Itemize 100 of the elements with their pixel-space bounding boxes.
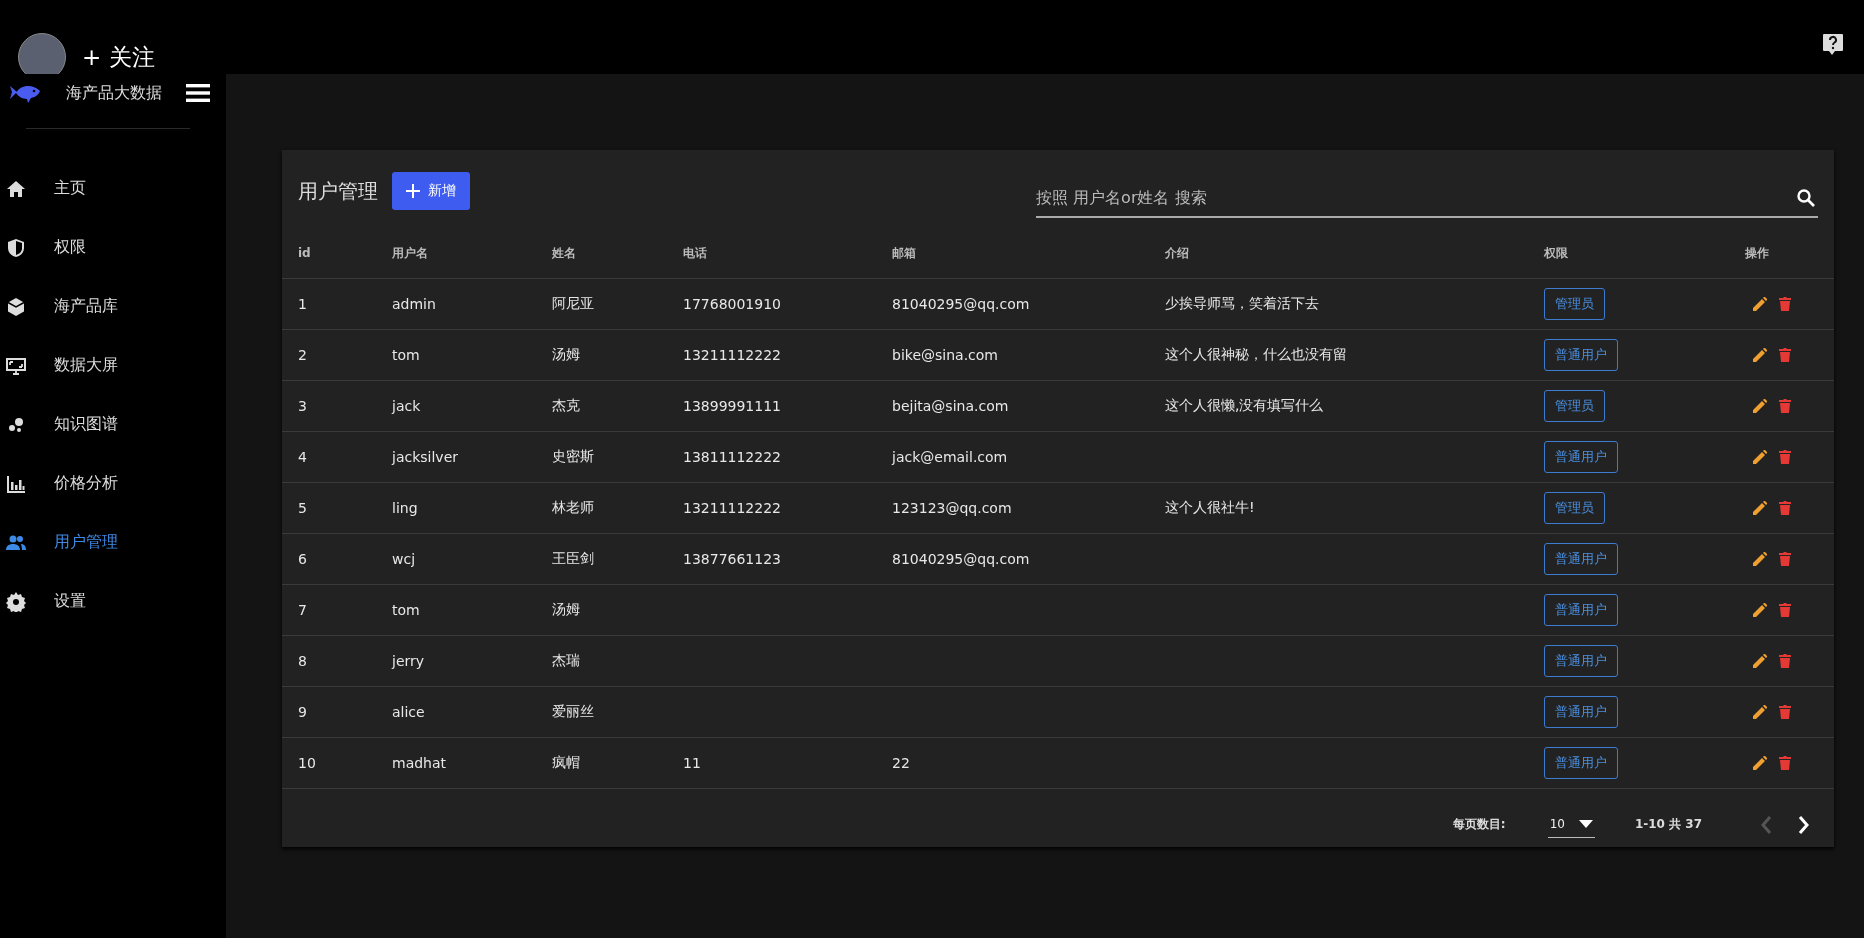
shield-icon (6, 237, 26, 258)
edit-icon[interactable] (1753, 399, 1767, 413)
role-tag: 管理员 (1544, 492, 1605, 524)
table-cell-text: 这个人很懒,没有填写什么 (1165, 397, 1325, 415)
sidebar-item[interactable]: 用户管理 (0, 513, 226, 572)
table-cell-text: alice (392, 704, 426, 720)
column-header: 用户名 (392, 244, 429, 262)
add-button[interactable]: 新增 (392, 172, 470, 210)
table-cell-text: 3 (298, 398, 308, 414)
delete-icon[interactable] (1779, 552, 1791, 566)
table-cell-text: 22 (892, 755, 911, 771)
table-cell-text: wcj (392, 551, 417, 567)
sidebar-item[interactable]: 权限 (0, 218, 226, 277)
table-cell-text: 杰克 (552, 397, 581, 415)
table-cell-text: 81040295@qq.com (892, 551, 1031, 567)
role-tag: 普通用户 (1544, 594, 1618, 626)
table-cell-text: 汤姆 (552, 601, 581, 619)
edit-icon[interactable] (1753, 756, 1767, 770)
chevron-left-icon (1760, 814, 1772, 835)
table-cell-text: jack (392, 398, 422, 414)
delete-icon[interactable] (1779, 654, 1791, 668)
table-cell-text: 13899991111 (683, 398, 782, 414)
delete-icon[interactable] (1779, 603, 1791, 617)
edit-icon[interactable] (1753, 654, 1767, 668)
edit-icon[interactable] (1753, 450, 1767, 464)
home-icon (6, 178, 26, 199)
table-cell-text: 9 (298, 704, 308, 720)
sidebar-item[interactable]: 设置 (0, 572, 226, 631)
table-cell-text: 阿尼亚 (552, 295, 595, 313)
chevron-right-icon (1798, 814, 1810, 835)
table-cell-text: 6 (298, 551, 308, 567)
table-cell-text: tom (392, 347, 421, 363)
table-cell-text: 1 (298, 296, 308, 312)
plus-icon (406, 184, 420, 198)
table-cell-text: 林老师 (552, 499, 595, 517)
delete-icon[interactable] (1779, 705, 1791, 719)
table-cell-text: jack@email.com (892, 449, 1009, 465)
edit-icon[interactable] (1753, 501, 1767, 515)
role-tag: 管理员 (1544, 288, 1605, 320)
sidebar-item[interactable]: 价格分析 (0, 454, 226, 513)
caret-icon (1578, 820, 1593, 828)
table-cell-text: 81040295@qq.com (892, 296, 1031, 312)
table-cell-text: 10 (298, 755, 317, 771)
table-cell-text: 爱丽丝 (552, 703, 595, 721)
column-header: id (298, 246, 312, 260)
page-title: 用户管理 (298, 177, 378, 205)
table-cell-text: 4 (298, 449, 308, 465)
rows-per-page-select[interactable]: 10 (1547, 811, 1595, 838)
brand-name: 海产品大数据 (66, 82, 163, 104)
edit-icon[interactable] (1753, 348, 1767, 362)
help-icon[interactable] (1822, 33, 1844, 57)
table-cell-text: 疯帽 (552, 754, 581, 772)
bar-chart-icon (6, 473, 26, 494)
sidebar-item[interactable]: 数据大屏 (0, 336, 226, 395)
table-cell-text: 汤姆 (552, 346, 581, 364)
menu-icon[interactable] (186, 83, 210, 103)
column-header: 邮箱 (892, 244, 917, 262)
role-tag: 普通用户 (1544, 543, 1618, 575)
table-cell-text: 123123@qq.com (892, 500, 1013, 516)
table-cell-text: 2 (298, 347, 308, 363)
table-cell-text: 这个人很社牛! (1165, 499, 1256, 517)
sidebar-item[interactable]: 知识图谱 (0, 395, 226, 454)
delete-icon[interactable] (1779, 756, 1791, 770)
column-header: 操作 (1745, 244, 1770, 262)
delete-icon[interactable] (1779, 348, 1791, 362)
edit-icon[interactable] (1753, 603, 1767, 617)
delete-icon[interactable] (1779, 297, 1791, 311)
table-cell-text: 少挨导师骂，笑着活下去 (1165, 295, 1320, 313)
role-tag: 管理员 (1544, 390, 1605, 422)
table-cell-text: madhat (392, 755, 448, 771)
role-tag: 普通用户 (1544, 696, 1618, 728)
table-cell-text: tom (392, 602, 421, 618)
table-cell-text: jerry (392, 653, 426, 669)
edit-icon[interactable] (1753, 297, 1767, 311)
role-tag: 普通用户 (1544, 747, 1618, 779)
sidebar-item[interactable]: 主页 (0, 159, 226, 218)
page-range: 1-10 共 37 (1634, 816, 1702, 833)
table-cell-text: bike@sina.com (892, 347, 999, 363)
edit-icon[interactable] (1753, 552, 1767, 566)
delete-icon[interactable] (1779, 399, 1791, 413)
table-cell-text: admin (392, 296, 437, 312)
table-cell-text: 13877661123 (683, 551, 782, 567)
table-cell-text: 7 (298, 602, 308, 618)
table-cell-text: 13811112222 (683, 449, 782, 465)
search-field[interactable]: 按照 用户名or姓名 搜索 (1036, 178, 1818, 218)
sidebar-item[interactable]: 海产品库 (0, 277, 226, 336)
column-header: 电话 (683, 244, 708, 262)
column-header: 权限 (1544, 244, 1569, 262)
follow-button[interactable]: + 关注 (82, 41, 155, 73)
edit-icon[interactable] (1753, 705, 1767, 719)
table-cell-text: jacksilver (392, 449, 459, 465)
table-cell-text: 11 (683, 755, 702, 771)
role-tag: 普通用户 (1544, 339, 1618, 371)
search-icon[interactable] (1796, 188, 1816, 208)
role-tag: 普通用户 (1544, 645, 1618, 677)
delete-icon[interactable] (1779, 450, 1791, 464)
table-cell-text: 史密斯 (552, 448, 595, 466)
delete-icon[interactable] (1779, 501, 1791, 515)
cube-icon (6, 296, 26, 317)
table-cell-text: bejita@sina.com (892, 398, 1010, 414)
